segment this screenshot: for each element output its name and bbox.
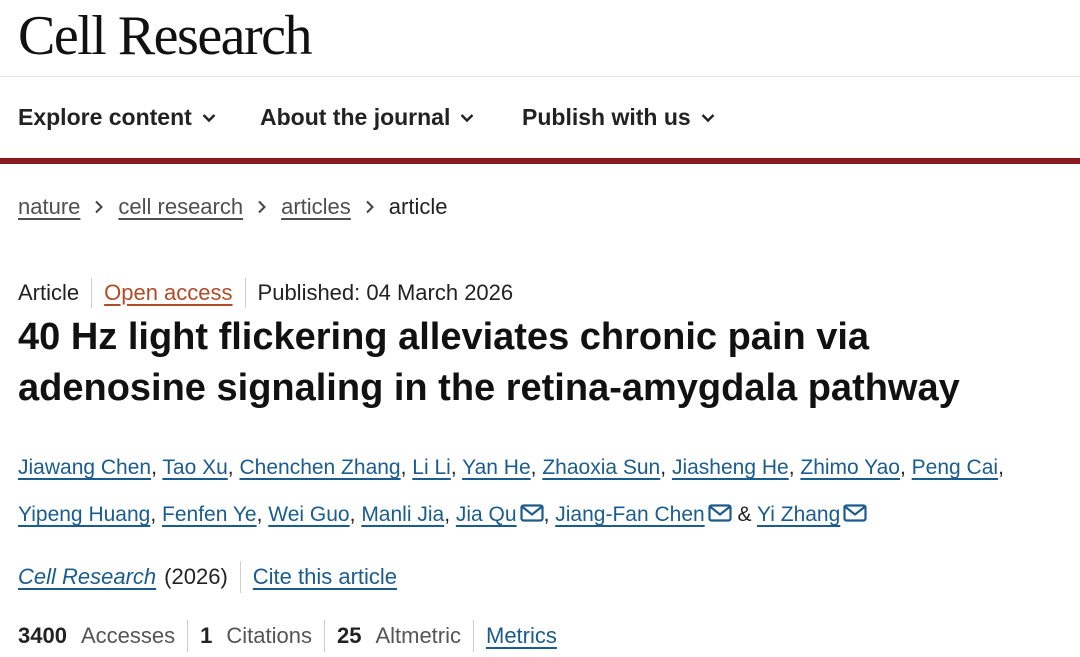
- separator: ,: [788, 456, 795, 479]
- separator: ,: [530, 456, 537, 479]
- divider: [473, 620, 474, 652]
- author-link[interactable]: Tao Xu: [162, 456, 227, 479]
- breadcrumb-current: article: [388, 194, 448, 219]
- published-date: Published: 04 March 2026: [257, 280, 514, 305]
- author-link[interactable]: Wei Guo: [268, 503, 349, 526]
- author-link[interactable]: Yipeng Huang: [18, 503, 150, 526]
- nav-label: Publish with us: [522, 104, 691, 130]
- journal-logo[interactable]: Cell Research: [18, 6, 313, 66]
- separator: ,: [444, 503, 451, 526]
- mail-icon[interactable]: [708, 492, 732, 539]
- citations-label: Citations: [226, 623, 312, 648]
- article-title: 40 Hz light flickering alleviates chroni…: [18, 312, 1078, 414]
- article-metrics: 3400 Accesses 1 Citations 25 Altmetric M…: [18, 619, 557, 653]
- mail-icon[interactable]: [843, 492, 867, 539]
- nav-about-journal[interactable]: About the journal: [260, 77, 474, 158]
- separator: &: [737, 503, 752, 526]
- accesses-label: Accesses: [80, 623, 176, 648]
- open-access-link[interactable]: Open access: [104, 280, 232, 306]
- separator: ,: [349, 503, 356, 526]
- author-link[interactable]: Zhimo Yao: [800, 456, 900, 479]
- altmetric-label: Altmetric: [375, 623, 461, 648]
- site-header: Cell Research: [0, 0, 1080, 77]
- chevron-right-icon: [94, 200, 104, 214]
- chevron-right-icon: [257, 200, 267, 214]
- breadcrumb-nature[interactable]: nature: [18, 194, 80, 220]
- separator: ,: [450, 456, 457, 479]
- divider: [187, 620, 189, 652]
- accesses-count: 3400: [18, 623, 67, 648]
- mail-icon[interactable]: [519, 492, 544, 539]
- journal-citation-line: Cell Research (2026) Cite this article: [18, 560, 397, 594]
- divider: [244, 278, 246, 308]
- chevron-right-icon: [365, 200, 375, 214]
- author-link[interactable]: Jiasheng He: [672, 456, 789, 479]
- main-nav: Explore content About the journal Publis…: [0, 77, 1080, 164]
- author-link[interactable]: Manli Jia: [361, 503, 444, 526]
- divider: [91, 278, 93, 308]
- publication-year: (2026): [164, 564, 228, 589]
- author-link[interactable]: Peng Cai: [912, 456, 998, 479]
- separator: ,: [150, 503, 157, 526]
- divider: [239, 561, 241, 593]
- author-link[interactable]: Yi Zhang: [757, 503, 840, 526]
- breadcrumb-articles[interactable]: articles: [281, 194, 351, 220]
- nav-explore-content[interactable]: Explore content: [18, 77, 216, 158]
- nav-publish-with-us[interactable]: Publish with us: [522, 77, 715, 158]
- separator: ,: [256, 503, 263, 526]
- article-meta: Article Open access Published: 04 March …: [18, 276, 513, 310]
- author-link[interactable]: Zhaoxia Sun: [542, 456, 660, 479]
- chevron-down-icon: [460, 113, 474, 123]
- author-link[interactable]: Yan He: [462, 456, 531, 479]
- separator: ,: [998, 456, 1004, 479]
- author-link[interactable]: Jia Qu: [456, 503, 517, 526]
- separator: ,: [227, 456, 234, 479]
- separator: ,: [660, 456, 667, 479]
- author-list: Jiawang Chen, Tao Xu, Chenchen Zhang, Li…: [18, 444, 1078, 539]
- author-link[interactable]: Fenfen Ye: [162, 503, 257, 526]
- nav-label: About the journal: [260, 104, 451, 130]
- journal-name-link[interactable]: Cell Research: [18, 564, 156, 590]
- citations-count: 1: [200, 623, 213, 648]
- breadcrumb: nature cell research articles article: [18, 194, 447, 220]
- author-link[interactable]: Li Li: [412, 456, 451, 479]
- divider: [323, 620, 325, 652]
- separator: ,: [151, 456, 157, 479]
- article-title-line: adenosine signaling in the retina-amygda…: [18, 367, 960, 409]
- nav-label: Explore content: [18, 104, 192, 130]
- author-link[interactable]: Jiang-Fan Chen: [555, 503, 704, 526]
- separator: ,: [543, 503, 550, 526]
- author-link[interactable]: Chenchen Zhang: [239, 456, 400, 479]
- breadcrumb-cell-research[interactable]: cell research: [118, 194, 243, 220]
- chevron-down-icon: [701, 113, 715, 123]
- separator: ,: [400, 456, 407, 479]
- article-title-line: 40 Hz light flickering alleviates chroni…: [18, 316, 870, 358]
- separator: ,: [899, 456, 906, 479]
- author-link[interactable]: Jiawang Chen: [18, 456, 151, 479]
- cite-this-article-link[interactable]: Cite this article: [253, 564, 397, 590]
- chevron-down-icon: [202, 113, 216, 123]
- metrics-link[interactable]: Metrics: [486, 623, 557, 649]
- altmetric-score: 25: [336, 623, 362, 648]
- article-type: Article: [18, 280, 80, 305]
